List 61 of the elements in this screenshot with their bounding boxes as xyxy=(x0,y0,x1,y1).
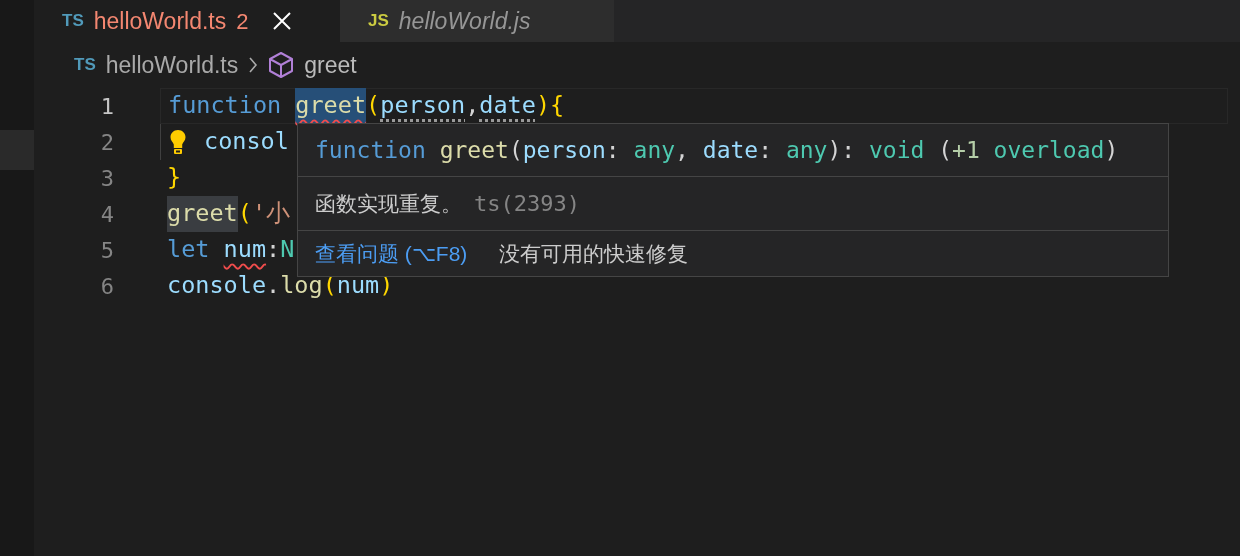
line-number: 6 xyxy=(99,272,114,301)
code-token: ) xyxy=(535,90,551,122)
error-code: ts(2393) xyxy=(474,190,580,218)
code-token: function xyxy=(315,135,426,165)
code-token: date xyxy=(479,90,536,122)
cube-icon xyxy=(268,51,295,79)
tab-label: helloWorld.js xyxy=(398,6,531,36)
code-token: ) xyxy=(1104,135,1119,165)
problem-count: 2 xyxy=(236,7,249,36)
code-token: ): xyxy=(827,135,857,165)
lightbulb-icon[interactable] xyxy=(169,129,187,155)
breadcrumb-item[interactable]: greet xyxy=(304,47,357,83)
code-token: greet xyxy=(439,135,509,165)
code-token: } xyxy=(167,162,182,194)
view-problem-link[interactable]: 查看问题 (⌥F8) xyxy=(315,237,468,270)
code-token: greet xyxy=(167,196,238,232)
code-token: ( xyxy=(237,198,252,230)
file-type-icon: TS xyxy=(74,52,96,78)
code-token: , xyxy=(675,135,690,165)
code-token: any xyxy=(785,135,828,165)
line-number: 5 xyxy=(99,236,114,265)
line-number: 4 xyxy=(99,200,114,229)
chevron-icon xyxy=(248,56,259,74)
line-number: 3 xyxy=(99,164,114,193)
code-token: any xyxy=(633,135,676,165)
code-token: '小 xyxy=(251,198,291,230)
error-message: 函数实现重复。 xyxy=(315,190,462,217)
breadcrumb-item[interactable]: helloWorld.ts xyxy=(105,47,239,83)
line-number: 2 xyxy=(99,128,114,157)
file-type-icon: TS xyxy=(62,8,84,34)
code-token: , xyxy=(465,90,480,122)
code-token: ( xyxy=(508,135,523,165)
close-icon[interactable] xyxy=(272,12,291,30)
tab-label: helloWorld.ts xyxy=(93,6,227,36)
editor-tab[interactable]: TS helloWorld.ts 2 xyxy=(34,0,340,42)
code-token: : xyxy=(758,135,774,165)
line-number: 1 xyxy=(99,92,114,121)
code-token: +1 xyxy=(952,135,980,165)
code-token: num xyxy=(336,270,380,302)
code-token: . xyxy=(266,270,281,302)
code-token: person xyxy=(380,90,466,122)
code-token: num xyxy=(223,234,267,266)
quick-fix-note: 没有可用的快速修复 xyxy=(499,240,689,267)
code-token: consol xyxy=(204,126,289,158)
editor-tab[interactable]: JS helloWorld.js xyxy=(340,0,614,42)
code-token: console xyxy=(167,270,267,302)
file-type-icon: JS xyxy=(368,8,389,34)
code-token: void xyxy=(868,135,925,165)
code-token: ( xyxy=(937,135,953,165)
code-token: function xyxy=(168,90,282,122)
code-token: person xyxy=(522,135,606,165)
code-token: date xyxy=(702,135,759,165)
code-token: : xyxy=(266,234,281,266)
code-token: : xyxy=(605,135,621,165)
code-token: { xyxy=(550,90,565,122)
code-token: let xyxy=(167,234,210,266)
code-token: greet xyxy=(295,88,367,124)
code-token: log xyxy=(280,270,323,302)
code-token: N xyxy=(280,234,295,266)
code-token: ( xyxy=(366,90,381,122)
code-token: overload xyxy=(993,135,1105,165)
